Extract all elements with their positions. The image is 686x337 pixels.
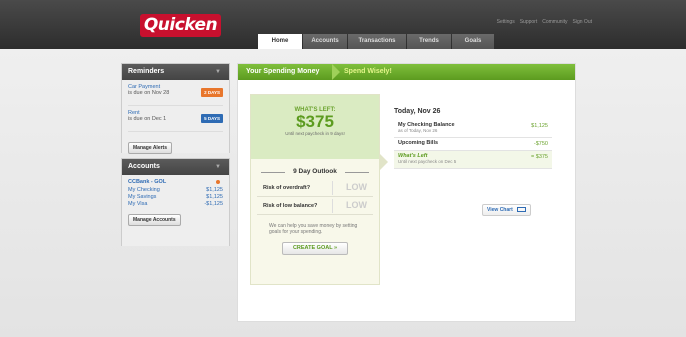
line-amount: = $375 xyxy=(531,154,548,160)
chevron-down-icon[interactable]: ▼ xyxy=(215,159,221,175)
account-amount: $1,125 xyxy=(206,194,223,200)
checking-balance-row: My Checking Balance as of Today, Nov 26 … xyxy=(394,120,552,138)
outlook-card: WHAT'S LEFT: $375 Until next paycheck in… xyxy=(250,94,380,285)
main-tabs: Home Accounts Transactions Trends Goals xyxy=(258,34,495,49)
accounts-body: CCBank - GOL My Checking $1,125 My Savin… xyxy=(122,175,229,246)
tab-trends[interactable]: Trends xyxy=(407,34,451,49)
bank-label: CCBank - GOL xyxy=(128,179,167,185)
view-chart-label: View Chart xyxy=(487,207,513,213)
settings-link[interactable]: Settings xyxy=(497,19,515,25)
account-name: My Savings xyxy=(128,194,157,200)
reminders-panel: Reminders ▼ Car Payment is due on Nov 28… xyxy=(121,63,230,154)
accounts-panel: Accounts ▼ CCBank - GOL My Checking $1,1… xyxy=(121,158,230,246)
risk-question: Risk of overdraft? xyxy=(263,185,311,191)
risk-level: LOW xyxy=(346,182,367,192)
account-name: My Checking xyxy=(128,187,160,193)
bank-name[interactable]: CCBank - GOL xyxy=(128,179,223,187)
accounts-header[interactable]: Accounts ▼ xyxy=(122,159,229,175)
spending-panel: Your Spending Money Spend Wisely! WHAT'S… xyxy=(237,63,576,322)
account-row[interactable]: My Visa -$1,125 xyxy=(128,201,223,208)
upcoming-bills-row: Upcoming Bills -$750 xyxy=(394,138,552,151)
community-link[interactable]: Community xyxy=(542,19,567,25)
header-arrow xyxy=(332,64,340,80)
help-text: We can help you save money by setting go… xyxy=(269,223,358,235)
reminders-header[interactable]: Reminders ▼ xyxy=(122,64,229,80)
today-summary: Today, Nov 26 My Checking Balance as of … xyxy=(394,108,552,169)
sign-out-link[interactable]: Sign Out xyxy=(573,19,592,25)
account-row[interactable]: My Checking $1,125 xyxy=(128,187,223,194)
whats-left-note: Until next paycheck in 9 days! xyxy=(285,131,345,136)
manage-alerts-button[interactable]: Manage Alerts xyxy=(128,142,172,154)
today-date: Today, Nov 26 xyxy=(394,108,441,115)
utility-links: Settings Support Community Sign Out xyxy=(497,19,592,25)
reminder-item[interactable]: Rent is due on Dec 1 5 DAYS xyxy=(128,110,223,132)
chevron-down-icon[interactable]: ▼ xyxy=(215,64,221,80)
account-amount: -$1,125 xyxy=(204,201,223,207)
line-amount: $1,125 xyxy=(531,123,548,129)
accounts-title: Accounts xyxy=(128,163,160,170)
line-sub: as of Today, Nov 26 xyxy=(398,128,438,133)
double-chevron-right-icon: » xyxy=(334,245,338,251)
line-label: Upcoming Bills xyxy=(398,140,439,146)
whats-left-box: WHAT'S LEFT: $375 Until next paycheck in… xyxy=(251,95,379,159)
create-goal-button[interactable]: CREATE GOAL » xyxy=(282,242,348,255)
alert-dot-icon xyxy=(216,180,220,184)
account-amount: $1,125 xyxy=(206,187,223,193)
tab-accounts[interactable]: Accounts xyxy=(303,34,347,49)
reminder-item[interactable]: Car Payment is due on Nov 28 2 DAYS xyxy=(128,84,223,106)
tab-home[interactable]: Home xyxy=(258,34,302,49)
line-sub: Until next paycheck on Dec 5 xyxy=(398,159,457,164)
whats-left-label: WHAT'S LEFT: xyxy=(294,107,336,113)
support-link[interactable]: Support xyxy=(520,19,538,25)
spending-header: Your Spending Money Spend Wisely! xyxy=(238,64,575,80)
create-goal-label: CREATE GOAL xyxy=(292,245,333,251)
whats-left-row: What's Left Until next paycheck on Dec 5… xyxy=(394,151,552,169)
reminders-title: Reminders xyxy=(128,68,165,75)
spending-title: Your Spending Money xyxy=(246,68,320,75)
tab-transactions[interactable]: Transactions xyxy=(348,34,406,49)
tab-goals[interactable]: Goals xyxy=(452,34,494,49)
card-connector xyxy=(380,154,388,170)
outlook-title: 9 Day Outlook xyxy=(251,168,379,175)
reminder-badge: 5 DAYS xyxy=(201,114,223,123)
bar-chart-icon xyxy=(517,207,527,213)
risk-row: Risk of low balance? LOW xyxy=(257,197,373,215)
manage-accounts-button[interactable]: Manage Accounts xyxy=(128,214,181,226)
divider xyxy=(332,199,333,213)
risk-question: Risk of low balance? xyxy=(263,203,318,209)
top-bar: Quicken Settings Support Community Sign … xyxy=(0,0,686,49)
view-chart-button[interactable]: View Chart xyxy=(482,204,532,216)
whats-left-amount: $375 xyxy=(296,112,334,131)
reminder-badge: 2 DAYS xyxy=(201,88,223,97)
reminders-body: Car Payment is due on Nov 28 2 DAYS Rent… xyxy=(122,80,229,154)
quicken-logo[interactable]: Quicken xyxy=(140,14,221,37)
account-row[interactable]: My Savings $1,125 xyxy=(128,194,223,201)
account-name: My Visa xyxy=(128,201,148,207)
spending-subtitle: Spend Wisely! xyxy=(344,68,392,75)
line-amount: -$750 xyxy=(533,141,548,147)
risk-row: Risk of overdraft? LOW xyxy=(257,179,373,197)
divider xyxy=(332,181,333,195)
risk-level: LOW xyxy=(346,200,367,210)
